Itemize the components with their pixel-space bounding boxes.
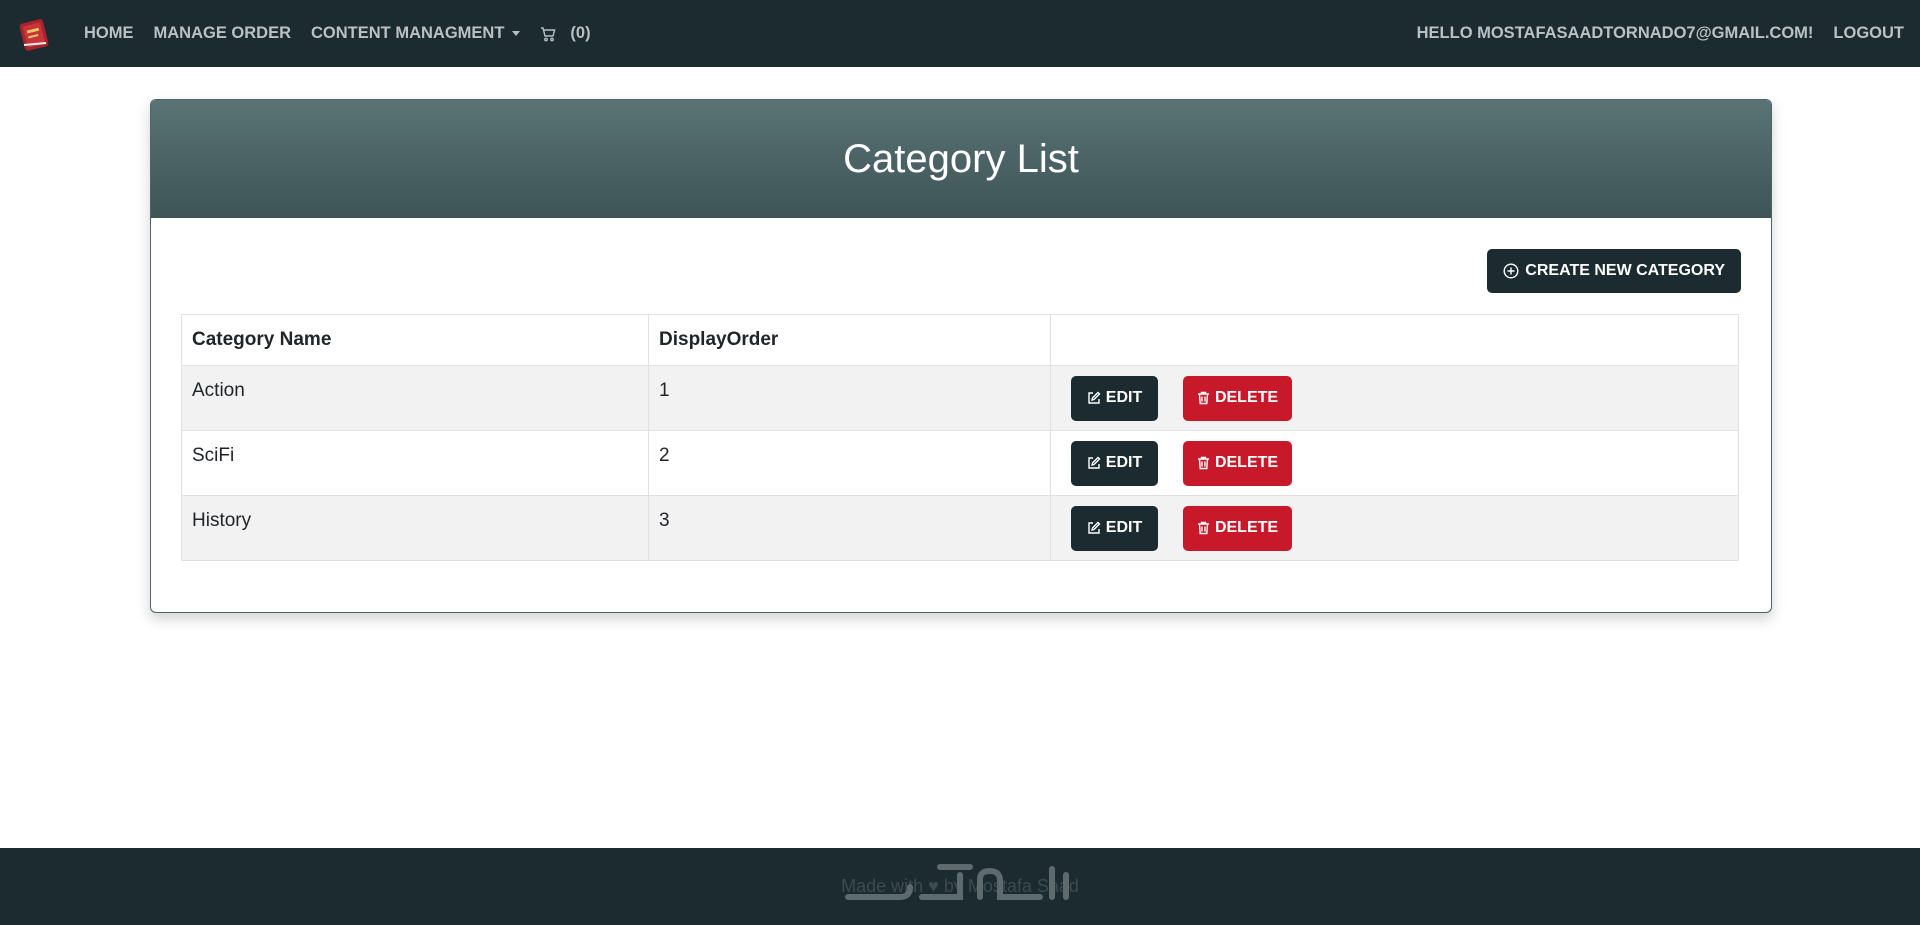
page-title: Category List	[843, 136, 1079, 181]
edit-label: EDIT	[1105, 519, 1143, 536]
delete-button[interactable]: DELETE	[1183, 440, 1292, 486]
create-category-label: CREATE NEW CATEGORY	[1525, 262, 1725, 279]
cart-icon	[540, 26, 556, 42]
delete-button[interactable]: DELETE	[1183, 505, 1292, 551]
delete-label: DELETE	[1214, 389, 1279, 406]
cart-count: (0)	[570, 24, 591, 42]
delete-button[interactable]: DELETE	[1183, 375, 1292, 421]
nav-content-dropdown[interactable]: CONTENT MANAGMENT	[311, 24, 521, 43]
actions-cell: EDIT DELETE	[1050, 365, 1739, 431]
edit-button[interactable]: EDIT	[1071, 440, 1158, 486]
display-order-cell: 2	[648, 430, 1051, 496]
category-name-cell: History	[181, 495, 649, 561]
edit-icon	[1088, 391, 1101, 404]
watermark-logo-icon	[840, 853, 1080, 909]
category-name-cell: Action	[181, 365, 649, 431]
top-navbar: HOME MANAGE ORDER CONTENT MANAGMENT (0) …	[0, 0, 1920, 67]
nav-cart-link[interactable]: (0)	[540, 24, 591, 43]
caret-down-icon	[512, 31, 521, 36]
header-category-name: Category Name	[181, 314, 649, 366]
brand-logo-icon[interactable]	[16, 15, 54, 53]
table-row: SciFi 2 EDIT DELETE	[181, 430, 1739, 496]
actions-cell: EDIT DELETE	[1050, 495, 1739, 561]
edit-button[interactable]: EDIT	[1071, 375, 1158, 421]
card-header: Category List	[151, 100, 1771, 218]
nav-content-label: CONTENT MANAGMENT	[311, 24, 505, 42]
category-card: Category List CREATE NEW CATEGORY Catego…	[150, 99, 1772, 613]
actions-cell: EDIT DELETE	[1050, 430, 1739, 496]
nav-manage-order-link[interactable]: MANAGE ORDER	[154, 24, 292, 43]
category-table: Category Name DisplayOrder Action 1 EDIT…	[181, 314, 1739, 561]
edit-label: EDIT	[1105, 454, 1143, 471]
trash-icon	[1197, 391, 1209, 405]
nav-user-greeting[interactable]: HELLO MOSTAFASAADTORNADO7@GMAIL.COM!	[1417, 24, 1814, 43]
nav-logout-link[interactable]: LOGOUT	[1833, 24, 1904, 43]
display-order-cell: 1	[648, 365, 1051, 431]
card-body: CREATE NEW CATEGORY Category Name Displa…	[151, 218, 1771, 561]
create-category-button[interactable]: CREATE NEW CATEGORY	[1487, 249, 1741, 293]
trash-icon	[1197, 456, 1209, 470]
plus-circle-icon	[1503, 263, 1519, 279]
display-order-cell: 3	[648, 495, 1051, 561]
edit-icon	[1088, 521, 1101, 534]
edit-button[interactable]: EDIT	[1071, 505, 1158, 551]
table-row: Action 1 EDIT DELETE	[181, 365, 1739, 431]
trash-icon	[1197, 521, 1209, 535]
table-header-row: Category Name DisplayOrder	[181, 314, 1739, 366]
delete-label: DELETE	[1214, 454, 1279, 471]
delete-label: DELETE	[1214, 519, 1279, 536]
header-actions	[1050, 314, 1739, 366]
table-row: History 3 EDIT DELETE	[181, 495, 1739, 561]
toolbar: CREATE NEW CATEGORY	[181, 218, 1741, 294]
header-display-order: DisplayOrder	[648, 314, 1051, 366]
nav-home-link[interactable]: HOME	[84, 24, 134, 43]
edit-icon	[1088, 456, 1101, 469]
category-name-cell: SciFi	[181, 430, 649, 496]
edit-label: EDIT	[1105, 389, 1143, 406]
